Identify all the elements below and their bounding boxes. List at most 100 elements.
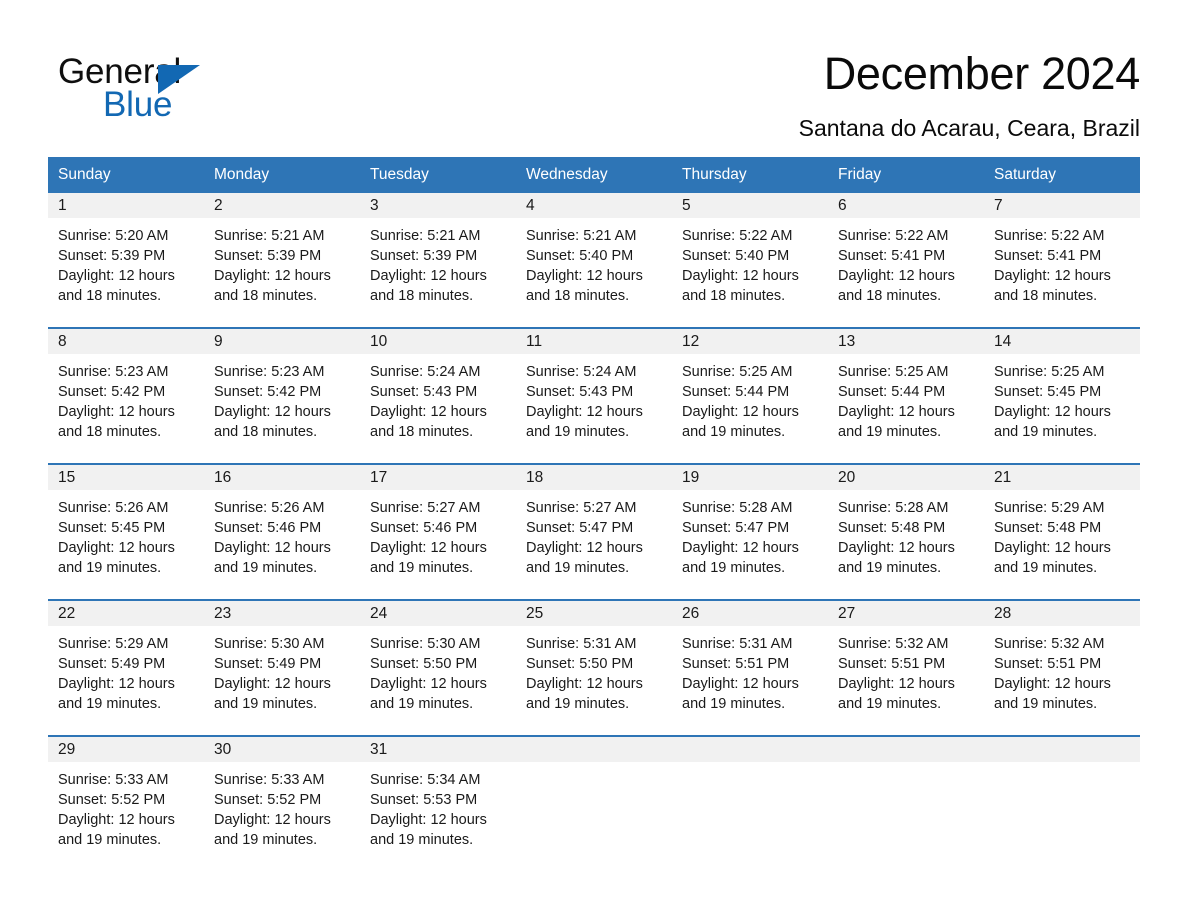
daylight-line1: Daylight: 12 hours [838,404,955,420]
daylight-line1: Daylight: 12 hours [682,540,799,556]
sunset-time: Sunset: 5:48 PM [994,520,1102,536]
day-number: 30 [204,737,360,762]
day-details: Sunrise: 5:23 AM Sunset: 5:42 PM Daylight:… [48,354,204,442]
daylight-line1: Daylight: 12 hours [682,268,799,284]
daylight-line1: Daylight: 12 hours [370,268,487,284]
day-cell[interactable]: 12 Sunrise: 5:25 AM Sunset: 5:44 PM Dayligh… [672,327,828,464]
day-cell[interactable]: 15 Sunrise: 5:26 AM Sunset: 5:45 PM Dayligh… [48,463,204,600]
sunrise-time: Sunrise: 5:31 AM [682,636,793,652]
calendar-page: General Blue December 2024 Santana do Ac… [0,0,1188,918]
day-number: 9 [204,329,360,354]
sunset-time: Sunset: 5:46 PM [214,520,322,536]
day-cell[interactable]: 16 Sunrise: 5:26 AM Sunset: 5:46 PM Dayligh… [204,463,360,600]
day-cell[interactable]: 10 Sunrise: 5:24 AM Sunset: 5:43 PM Dayligh… [360,327,516,464]
day-cell[interactable]: 29 Sunrise: 5:33 AM Sunset: 5:52 PM Dayligh… [48,735,204,871]
day-cell[interactable]: 2 Sunrise: 5:21 AM Sunset: 5:39 PM Daylight… [204,193,360,328]
logo-text-blue: Blue [103,85,173,124]
weekday-header-monday: Monday [204,157,360,193]
daylight-line1: Daylight: 12 hours [682,676,799,692]
day-number [672,737,828,762]
day-cell[interactable]: 9 Sunrise: 5:23 AM Sunset: 5:42 PM Daylight… [204,327,360,464]
daylight-line2: and 19 minutes. [214,696,318,712]
weekday-header-sunday: Sunday [48,157,204,193]
day-number: 28 [984,601,1140,626]
day-number: 7 [984,193,1140,218]
daylight-line2: and 19 minutes. [838,424,942,440]
day-number: 31 [360,737,516,762]
daylight-line2: and 18 minutes. [838,288,942,304]
daylight-line2: and 18 minutes. [526,288,630,304]
daylight-line1: Daylight: 12 hours [214,404,331,420]
daylight-line2: and 18 minutes. [994,288,1098,304]
day-number: 14 [984,329,1140,354]
day-number: 8 [48,329,204,354]
day-cell[interactable]: 3 Sunrise: 5:21 AM Sunset: 5:39 PM Daylight… [360,193,516,328]
sunset-time: Sunset: 5:49 PM [214,656,322,672]
day-cell[interactable]: 25 Sunrise: 5:31 AM Sunset: 5:50 PM Dayligh… [516,599,672,736]
day-number: 26 [672,601,828,626]
day-cell[interactable]: 7 Sunrise: 5:22 AM Sunset: 5:41 PM Daylight… [984,193,1140,328]
day-cell[interactable]: 23 Sunrise: 5:30 AM Sunset: 5:49 PM Dayligh… [204,599,360,736]
week-row: 1 Sunrise: 5:20 AM Sunset: 5:39 PM Daylight… [48,193,1140,328]
day-cell[interactable]: 1 Sunrise: 5:20 AM Sunset: 5:39 PM Daylight… [48,193,204,328]
sunrise-time: Sunrise: 5:28 AM [838,500,949,516]
day-details: Sunrise: 5:26 AM Sunset: 5:45 PM Daylight:… [48,490,204,578]
sunset-time: Sunset: 5:41 PM [994,248,1102,264]
weekday-header-saturday: Saturday [984,157,1140,193]
sunset-time: Sunset: 5:51 PM [682,656,790,672]
daylight-line1: Daylight: 12 hours [370,676,487,692]
day-number: 20 [828,465,984,490]
day-cell[interactable]: 21 Sunrise: 5:29 AM Sunset: 5:48 PM Dayligh… [984,463,1140,600]
day-cell[interactable]: 8 Sunrise: 5:23 AM Sunset: 5:42 PM Daylight… [48,327,204,464]
day-details: Sunrise: 5:29 AM Sunset: 5:48 PM Daylight:… [984,490,1140,578]
sunset-time: Sunset: 5:52 PM [214,792,322,808]
sunrise-time: Sunrise: 5:33 AM [58,772,169,788]
day-cell[interactable]: 28 Sunrise: 5:32 AM Sunset: 5:51 PM Dayligh… [984,599,1140,736]
sunset-time: Sunset: 5:39 PM [214,248,322,264]
day-cell[interactable]: 6 Sunrise: 5:22 AM Sunset: 5:41 PM Daylight… [828,193,984,328]
sunset-time: Sunset: 5:47 PM [682,520,790,536]
day-cell[interactable]: 27 Sunrise: 5:32 AM Sunset: 5:51 PM Dayligh… [828,599,984,736]
day-details: Sunrise: 5:25 AM Sunset: 5:44 PM Daylight:… [672,354,828,442]
sunrise-time: Sunrise: 5:21 AM [526,228,637,244]
sunrise-time: Sunrise: 5:28 AM [682,500,793,516]
daylight-line1: Daylight: 12 hours [214,812,331,828]
day-cell[interactable]: 20 Sunrise: 5:28 AM Sunset: 5:48 PM Dayligh… [828,463,984,600]
sunset-time: Sunset: 5:40 PM [526,248,634,264]
day-details: Sunrise: 5:25 AM Sunset: 5:45 PM Daylight:… [984,354,1140,442]
day-cell[interactable]: 14 Sunrise: 5:25 AM Sunset: 5:45 PM Dayligh… [984,327,1140,464]
weekday-header-wednesday: Wednesday [516,157,672,193]
day-cell[interactable]: 4 Sunrise: 5:21 AM Sunset: 5:40 PM Daylight… [516,193,672,328]
day-cell[interactable]: 5 Sunrise: 5:22 AM Sunset: 5:40 PM Daylight… [672,193,828,328]
day-cell[interactable]: 17 Sunrise: 5:27 AM Sunset: 5:46 PM Dayligh… [360,463,516,600]
day-cell[interactable]: 31 Sunrise: 5:34 AM Sunset: 5:53 PM Dayligh… [360,735,516,871]
day-cell-empty [984,735,1140,871]
day-cell[interactable]: 22 Sunrise: 5:29 AM Sunset: 5:49 PM Dayligh… [48,599,204,736]
sunrise-time: Sunrise: 5:32 AM [838,636,949,652]
daylight-line2: and 18 minutes. [370,424,474,440]
daylight-line2: and 19 minutes. [214,560,318,576]
day-cell[interactable]: 30 Sunrise: 5:33 AM Sunset: 5:52 PM Dayligh… [204,735,360,871]
sunset-time: Sunset: 5:45 PM [994,384,1102,400]
day-number: 12 [672,329,828,354]
sunrise-time: Sunrise: 5:26 AM [58,500,169,516]
day-number [516,737,672,762]
day-cell[interactable]: 26 Sunrise: 5:31 AM Sunset: 5:51 PM Dayligh… [672,599,828,736]
daylight-line1: Daylight: 12 hours [370,540,487,556]
day-cell[interactable]: 24 Sunrise: 5:30 AM Sunset: 5:50 PM Dayligh… [360,599,516,736]
day-details: Sunrise: 5:22 AM Sunset: 5:41 PM Daylight:… [984,218,1140,306]
day-cell[interactable]: 18 Sunrise: 5:27 AM Sunset: 5:47 PM Dayligh… [516,463,672,600]
day-details: Sunrise: 5:33 AM Sunset: 5:52 PM Daylight:… [204,762,360,850]
weekday-header-friday: Friday [828,157,984,193]
day-details: Sunrise: 5:22 AM Sunset: 5:41 PM Daylight:… [828,218,984,306]
day-number: 6 [828,193,984,218]
day-cell[interactable]: 13 Sunrise: 5:25 AM Sunset: 5:44 PM Dayligh… [828,327,984,464]
sunset-time: Sunset: 5:40 PM [682,248,790,264]
sunset-time: Sunset: 5:50 PM [526,656,634,672]
day-cell[interactable]: 19 Sunrise: 5:28 AM Sunset: 5:47 PM Dayligh… [672,463,828,600]
daylight-line2: and 19 minutes. [994,560,1098,576]
day-cell[interactable]: 11 Sunrise: 5:24 AM Sunset: 5:43 PM Dayligh… [516,327,672,464]
day-number: 2 [204,193,360,218]
sunrise-time: Sunrise: 5:24 AM [526,364,637,380]
sunrise-time: Sunrise: 5:23 AM [214,364,325,380]
